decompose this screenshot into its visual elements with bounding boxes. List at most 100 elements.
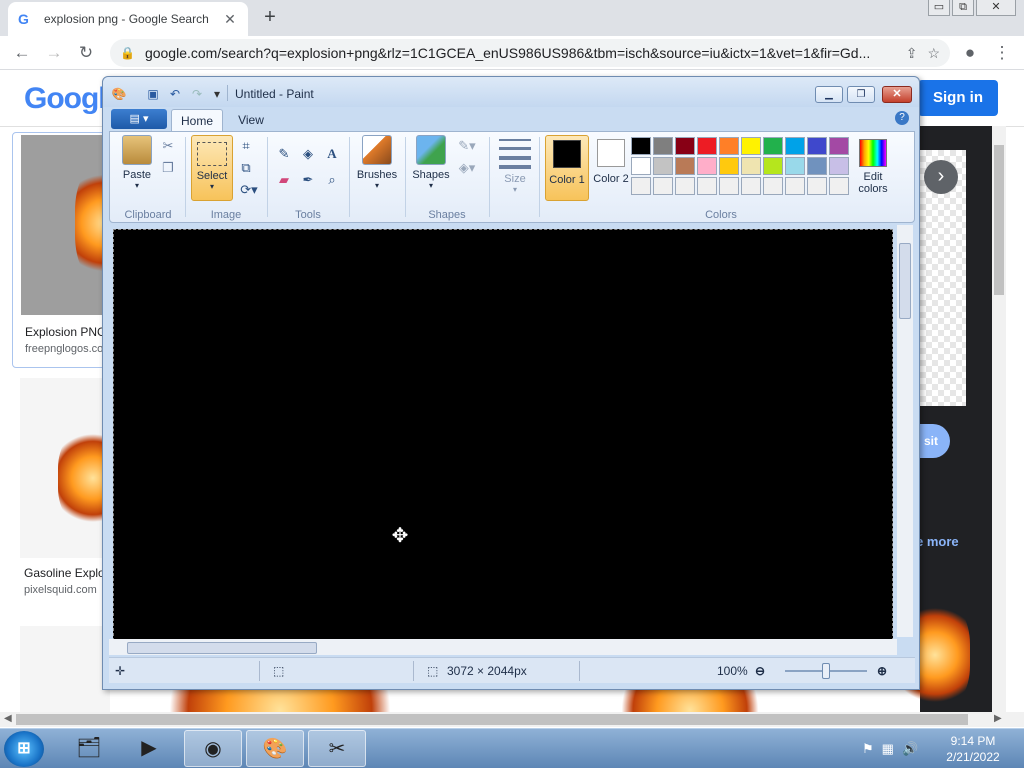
palette-swatch[interactable]	[697, 137, 717, 155]
palette-swatch[interactable]	[785, 157, 805, 175]
zoom-in-icon[interactable]: ⊕	[877, 664, 887, 678]
palette-swatch[interactable]	[763, 137, 783, 155]
next-arrow-icon[interactable]: ›	[924, 160, 958, 194]
scroll-right-icon[interactable]: ▶	[994, 713, 1002, 724]
color1-button[interactable]: Color 1	[545, 135, 589, 201]
palette-swatch[interactable]	[741, 137, 761, 155]
volume-icon[interactable]: 🔊	[902, 741, 918, 757]
see-more-link[interactable]: e more	[916, 534, 959, 549]
palette-swatch[interactable]	[719, 137, 739, 155]
color-picker-icon[interactable]: ✒	[299, 171, 317, 189]
forward-icon[interactable]: →	[42, 41, 66, 65]
palette-swatch[interactable]	[675, 137, 695, 155]
rotate-icon[interactable]: ⟳▾	[237, 181, 261, 199]
sign-in-button[interactable]: Sign in	[918, 80, 998, 116]
profile-icon[interactable]: ●	[958, 41, 982, 65]
color2-button[interactable]: Color 2	[591, 135, 631, 201]
network-icon[interactable]: ▦	[882, 741, 894, 757]
result-title[interactable]: Gasoline Explo	[24, 566, 105, 580]
canvas-horizontal-thumb[interactable]	[127, 642, 317, 654]
undo-icon[interactable]: ↶	[167, 86, 183, 102]
palette-swatch[interactable]	[763, 157, 783, 175]
zoom-slider-thumb[interactable]	[822, 663, 830, 679]
result-card[interactable]: Gasoline Explo pixelsquid.com	[12, 378, 128, 618]
crop-icon[interactable]: ⌗	[237, 137, 255, 155]
drawing-canvas[interactable]	[113, 229, 893, 641]
result-thumbnail[interactable]	[20, 626, 110, 712]
palette-swatch[interactable]	[719, 157, 739, 175]
palette-swatch[interactable]	[697, 157, 717, 175]
palette-swatch[interactable]	[719, 177, 739, 195]
google-logo[interactable]: Googl	[24, 82, 107, 116]
restore-button[interactable]: ⧉	[952, 0, 974, 16]
cut-icon[interactable]: ✂	[159, 137, 177, 155]
palette-swatch[interactable]	[653, 157, 673, 175]
copy-icon[interactable]: ❐	[159, 159, 177, 177]
page-horizontal-thumb[interactable]	[16, 714, 968, 725]
clock[interactable]: 9:14 PM 2/21/2022	[930, 733, 1016, 765]
back-icon[interactable]: ←	[10, 41, 34, 65]
fill-icon[interactable]: ◈▾	[455, 159, 479, 177]
tab-home[interactable]: Home	[171, 109, 223, 131]
size-button[interactable]: Size ▾	[495, 135, 535, 194]
menu-kebab-icon[interactable]: ⋮	[990, 41, 1014, 65]
address-bar[interactable]: 🔒 google.com/search?q=explosion+png&rlz=…	[110, 39, 950, 67]
edit-colors-button[interactable]: Edit colors	[851, 135, 895, 201]
result-card[interactable]: Explosion PNG freepnglogos.com	[12, 132, 135, 368]
palette-swatch[interactable]	[785, 137, 805, 155]
palette-swatch[interactable]	[829, 137, 849, 155]
start-button[interactable]: ⊞	[4, 731, 44, 767]
file-explorer-icon[interactable]: 🗂	[60, 730, 118, 767]
redo-icon[interactable]: ↷	[189, 86, 205, 102]
tab-close-icon[interactable]: ✕	[222, 11, 238, 28]
bookmark-star-icon[interactable]: ☆	[927, 45, 940, 62]
palette-swatch[interactable]	[653, 177, 673, 195]
help-icon[interactable]: ?	[895, 111, 909, 125]
eraser-icon[interactable]: ▰	[275, 171, 293, 189]
tab-view[interactable]: View	[229, 109, 273, 131]
select-button[interactable]: Select ▾	[191, 135, 233, 201]
paint-taskbar-icon[interactable]: 🎨	[246, 730, 304, 767]
zoom-out-icon[interactable]: ⊖	[755, 664, 765, 678]
paint-titlebar[interactable]: 🎨 ▣ ↶ ↷ ▾ Untitled - Paint ▁ ❐ ✕	[103, 77, 919, 107]
paint-restore-button[interactable]: ❐	[847, 86, 875, 103]
scroll-left-icon[interactable]: ◀	[4, 713, 12, 724]
result-title[interactable]: Explosion PNG	[25, 325, 106, 339]
palette-swatch[interactable]	[785, 177, 805, 195]
palette-swatch[interactable]	[807, 177, 827, 195]
paint-close-button[interactable]: ✕	[882, 86, 912, 103]
palette-swatch[interactable]	[741, 157, 761, 175]
customize-quick-access-icon[interactable]: ▾	[209, 86, 225, 102]
palette-swatch[interactable]	[763, 177, 783, 195]
canvas-vertical-thumb[interactable]	[899, 243, 911, 319]
palette-swatch[interactable]	[741, 177, 761, 195]
palette-swatch[interactable]	[631, 137, 651, 155]
palette-swatch[interactable]	[807, 157, 827, 175]
palette-swatch[interactable]	[675, 157, 695, 175]
palette-swatch[interactable]	[697, 177, 717, 195]
page-scroll-thumb[interactable]	[994, 145, 1004, 295]
paint-minimize-button[interactable]: ▁	[815, 86, 843, 103]
chrome-icon[interactable]: ◉	[184, 730, 242, 767]
palette-swatch[interactable]	[653, 137, 673, 155]
paint-app-icon[interactable]: 🎨	[111, 86, 127, 102]
palette-swatch[interactable]	[807, 137, 827, 155]
new-tab-button[interactable]: +	[259, 6, 281, 28]
snipping-tool-icon[interactable]: ✂	[308, 730, 366, 767]
browser-tab[interactable]: G explosion png - Google Search ✕	[8, 2, 248, 36]
palette-swatch[interactable]	[829, 157, 849, 175]
palette-swatch[interactable]	[829, 177, 849, 195]
action-center-icon[interactable]: ⚑	[862, 741, 874, 757]
paint-file-menu-button[interactable]: ▤ ▾	[111, 109, 167, 129]
palette-swatch[interactable]	[675, 177, 695, 195]
reload-icon[interactable]: ↻	[74, 41, 98, 65]
palette-swatch[interactable]	[631, 157, 651, 175]
text-tool-icon[interactable]: A	[323, 145, 341, 163]
shapes-button[interactable]: Shapes ▾	[409, 135, 453, 190]
media-player-icon[interactable]: ▶	[120, 730, 178, 767]
outline-icon[interactable]: ✎▾	[455, 137, 479, 155]
palette-swatch[interactable]	[631, 177, 651, 195]
share-icon[interactable]: ⇪	[906, 45, 918, 62]
paste-button[interactable]: Paste ▾	[117, 135, 157, 190]
resize-icon[interactable]: ⧉	[237, 159, 255, 177]
